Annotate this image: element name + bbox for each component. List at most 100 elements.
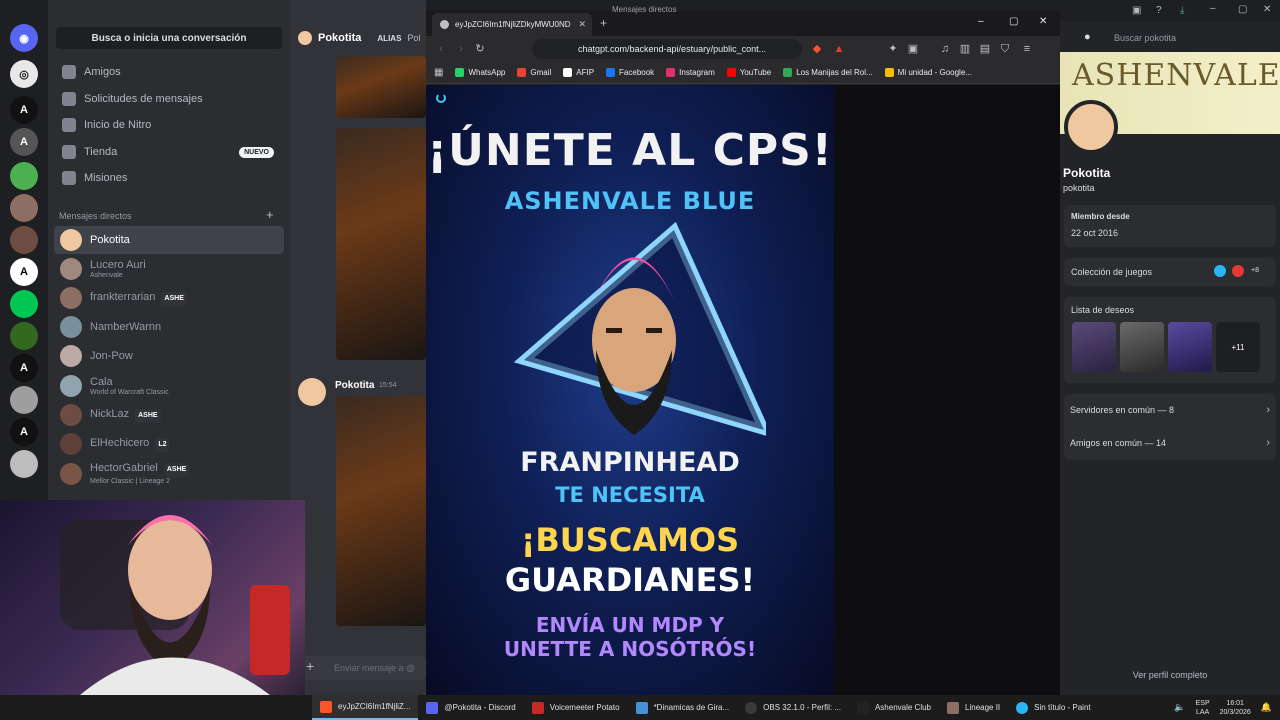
minimize-icon[interactable]: –	[1210, 3, 1216, 14]
nav-message-requests[interactable]: Solicitudes de mensajes	[56, 88, 282, 110]
server-icon[interactable]	[10, 226, 38, 254]
search-conversation-button[interactable]: Busca o inicia una conversación	[56, 27, 282, 49]
nav-quests[interactable]: Misiones	[56, 167, 282, 189]
server-icon[interactable]	[10, 386, 38, 414]
minimize-icon[interactable]: –	[978, 16, 984, 27]
menu-icon[interactable]: ≡	[1020, 42, 1034, 56]
taskbar-item[interactable]: Voicemeeter Potato	[524, 695, 628, 720]
bookmark-item[interactable]: Los Manijas del Rol...	[783, 68, 873, 77]
download-icon[interactable]: ⤓	[1180, 5, 1184, 16]
dm-item[interactable]: HectorGabriel ASHE Mellor Classic | Lineag…	[54, 460, 284, 488]
dm-item[interactable]: Cala World of Warcraft Classic	[54, 372, 284, 400]
taskbar-item[interactable]: *Dinamicas de Gira...	[628, 695, 738, 720]
mutual-servers-row[interactable]: Servidores en común — 8 ›	[1070, 404, 1270, 416]
sidebar-icon[interactable]: ▥	[958, 42, 972, 56]
server-icon[interactable]	[10, 322, 38, 350]
add-attachment-icon[interactable]: +	[306, 658, 314, 674]
nav-nitro[interactable]: Inicio de Nitro	[56, 114, 282, 136]
server-icon[interactable]: A	[10, 96, 38, 124]
recruitment-poster-image[interactable]: ¡ÚNETE AL CPS! ASHENVALE BLUE FRANPINHEA…	[426, 85, 834, 695]
browser-tab[interactable]: eyJpZCI6Im1fNjliZDkyMWU0ND ✕	[432, 13, 592, 36]
close-icon[interactable]: ✕	[1263, 4, 1271, 15]
language-indicator[interactable]: ESP LAA	[1196, 699, 1210, 717]
server-icon[interactable]: ◎	[10, 60, 38, 88]
message-author[interactable]: Pokotita	[335, 380, 374, 391]
server-icon[interactable]	[10, 162, 38, 190]
close-window-icon[interactable]: ✕	[1039, 16, 1047, 27]
wishlist-more-button[interactable]: +11	[1216, 322, 1260, 372]
bookmark-item[interactable]: YouTube	[726, 68, 771, 77]
cast-icon[interactable]: ▣	[906, 42, 920, 56]
dm-item[interactable]: Pokotita	[54, 226, 284, 254]
view-full-profile-link[interactable]: Ver perfil completo	[1060, 670, 1280, 680]
dm-item[interactable]: NamberWarnn	[54, 313, 284, 341]
nav-friends[interactable]: Amigos	[56, 61, 282, 83]
dm-item[interactable]: Lucero Auri Ashenvale	[54, 255, 284, 283]
discord-home-icon[interactable]: ◉	[10, 24, 38, 52]
wishlist-item[interactable]	[1120, 322, 1164, 372]
brave-rewards-icon[interactable]: ▲	[832, 42, 846, 56]
taskbar-item[interactable]: Ashenvale Club	[849, 695, 939, 720]
dm-item[interactable]: NickLaz ASHE	[54, 401, 284, 429]
server-icon[interactable]: A	[10, 128, 38, 156]
server-icon[interactable]: A	[10, 354, 38, 382]
dm-item[interactable]: frankterrarian ASHE	[54, 284, 284, 312]
afip-icon	[563, 68, 573, 77]
message-input[interactable]: Enviar mensaje a @	[298, 656, 426, 680]
search-input[interactable]: Buscar pokotita	[1108, 30, 1274, 46]
server-icon[interactable]: A	[10, 258, 38, 286]
avatar[interactable]	[298, 378, 326, 406]
new-tab-icon[interactable]: +	[600, 16, 607, 30]
wallet-icon[interactable]: ▤	[978, 42, 992, 56]
address-bar[interactable]: chatgpt.com/backend-api/estuary/public_c…	[532, 39, 802, 59]
server-icon[interactable]	[10, 290, 38, 318]
forward-icon[interactable]: ›	[454, 42, 468, 56]
profile-username[interactable]: pokotita	[1063, 183, 1095, 193]
create-dm-plus-icon[interactable]: +	[266, 207, 274, 222]
bookmark-item[interactable]: Instagram	[666, 68, 715, 77]
profile-avatar[interactable]	[1064, 100, 1118, 154]
bookmark-item[interactable]: Gmail	[517, 68, 551, 77]
bookmark-item[interactable]: Mi unidad - Google...	[884, 68, 972, 77]
chat-image[interactable]	[336, 128, 426, 360]
chat-image[interactable]	[336, 56, 426, 118]
game-icon	[1214, 265, 1226, 277]
brave-shield-icon[interactable]: ◆	[810, 42, 824, 56]
reload-icon[interactable]: ↻	[473, 42, 487, 56]
notification-bell-icon[interactable]: 🔔	[1261, 702, 1272, 713]
bookmark-item[interactable]: WhatsApp	[455, 68, 505, 77]
back-icon[interactable]: ‹	[434, 42, 448, 56]
apps-icon[interactable]: ▦	[434, 67, 443, 78]
extensions-icon[interactable]: ✦	[886, 42, 900, 56]
vpn-icon[interactable]: ⛉	[998, 42, 1012, 56]
maximize-icon[interactable]: ▢	[1238, 4, 1247, 15]
server-icon[interactable]	[10, 450, 38, 478]
game-collection-card[interactable]: Colección de juegos +8	[1064, 258, 1276, 286]
close-tab-icon[interactable]: ✕	[578, 19, 586, 30]
bookmark-item[interactable]: AFIP	[563, 68, 594, 77]
user-profile-icon[interactable]: ●	[1084, 31, 1091, 43]
nav-shop[interactable]: Tienda NUEVO	[56, 141, 282, 163]
maximize-icon[interactable]: ▢	[1009, 16, 1018, 27]
media-icon[interactable]: ♫	[938, 42, 952, 56]
dm-item[interactable]: Jon-Pow	[54, 342, 284, 370]
member-since-card: Miembro desde 22 oct 2016	[1064, 205, 1276, 247]
taskbar-item[interactable]: Sin título - Paint	[1008, 695, 1098, 720]
taskbar-item[interactable]: OBS 32.1.0 - Perfil: ...	[737, 695, 849, 720]
inbox-icon[interactable]: ▣	[1132, 5, 1141, 16]
nitro-icon	[62, 118, 76, 132]
clock[interactable]: 16:01 20/3/2026	[1220, 699, 1251, 717]
volume-icon[interactable]: 🔈	[1174, 702, 1185, 713]
taskbar-item[interactable]: @Pokotita - Discord	[418, 695, 523, 720]
wishlist-item[interactable]	[1072, 322, 1116, 372]
chat-image[interactable]	[336, 396, 426, 626]
wishlist-item[interactable]	[1168, 322, 1212, 372]
mutual-friends-row[interactable]: Amigos en común — 14 ›	[1070, 437, 1270, 449]
taskbar-item[interactable]: Lineage II	[939, 695, 1008, 720]
taskbar-item[interactable]: eyJpZCI6Im1fNjliZ...	[312, 695, 419, 720]
bookmark-item[interactable]: Facebook	[606, 68, 654, 77]
help-icon[interactable]: ?	[1156, 5, 1162, 16]
server-icon[interactable]	[10, 194, 38, 222]
server-icon[interactable]: A	[10, 418, 38, 446]
dm-item[interactable]: ElHechicero L2	[54, 430, 284, 458]
